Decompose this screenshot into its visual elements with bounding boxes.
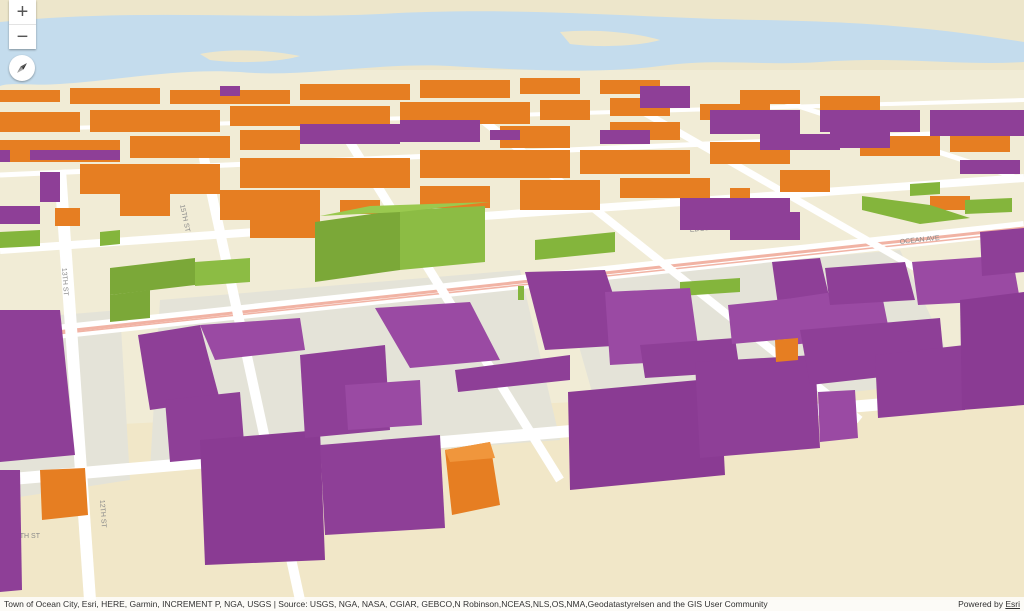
powered-by: Powered by Esri bbox=[958, 599, 1020, 609]
attribution-text: Town of Ocean City, Esri, HERE, Garmin, … bbox=[4, 599, 768, 609]
powered-by-prefix: Powered by bbox=[958, 599, 1006, 609]
compass-icon bbox=[17, 63, 27, 73]
map-attribution: Town of Ocean City, Esri, HERE, Garmin, … bbox=[0, 597, 1024, 611]
zoom-controls: + − bbox=[9, 0, 36, 49]
map-view[interactable]: 12TH ST 13TH ST 15TH ST 14TH ST EDGEWATE… bbox=[0, 0, 1024, 611]
compass-button[interactable] bbox=[9, 55, 35, 81]
esri-link[interactable]: Esri bbox=[1005, 599, 1020, 609]
zoom-in-button[interactable]: + bbox=[9, 0, 36, 24]
zoom-out-button[interactable]: − bbox=[9, 24, 36, 49]
